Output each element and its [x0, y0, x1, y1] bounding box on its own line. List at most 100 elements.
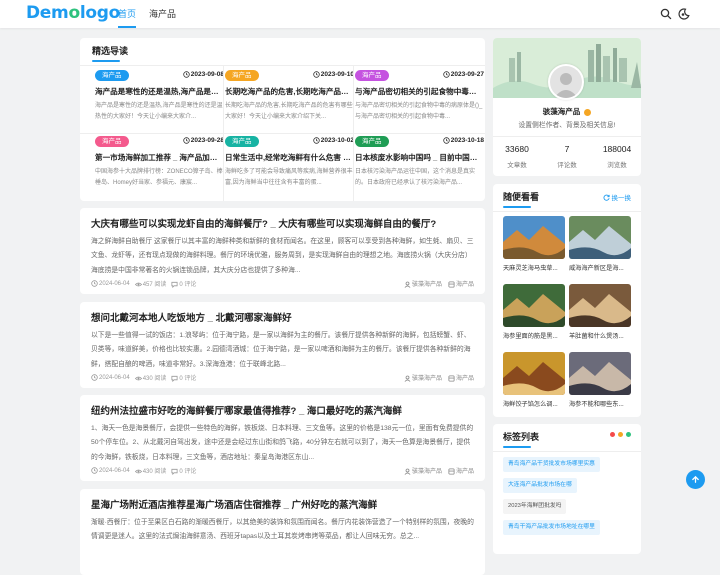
- tag-pill[interactable]: 青岛干海产品批发市场地址在哪里: [503, 520, 600, 535]
- post-title[interactable]: 星海广场附近酒店推荐星海广场酒店住宿推荐 _ 广州好吃的蒸汽海鲜: [91, 497, 474, 511]
- featured-item[interactable]: 海产品 2023-10-18 日本核废水影响中国吗 _ 目前中国的海产... 日本核污…: [355, 136, 484, 196]
- post-author[interactable]: 骇藻海产品: [404, 279, 442, 288]
- author-icon: [404, 468, 411, 475]
- post-views-text: 430 阅读: [142, 469, 167, 475]
- thumbnail-caption[interactable]: 海鲜饺子馅怎么调...: [503, 399, 565, 408]
- featured-item-title[interactable]: 第一市场海鲜加工推荐 _ 海产品加工厂: [95, 152, 224, 163]
- theme-toggle-icon[interactable]: [678, 8, 690, 20]
- clock-icon: [313, 137, 320, 144]
- clock-icon: [443, 71, 450, 78]
- post-meta: 2024-06-04 430 阅读 0 评论: [91, 466, 196, 475]
- shuffle-button[interactable]: 换一换: [603, 192, 632, 202]
- featured-item-title[interactable]: 与海产品密切相关的引起食物中毒的病原体...: [355, 86, 484, 97]
- post-author[interactable]: 骇藻海产品: [404, 373, 442, 382]
- clock-icon: [183, 71, 190, 78]
- post-category[interactable]: 海产品: [448, 466, 474, 475]
- random-title: 随便看看: [503, 192, 540, 202]
- category-tag[interactable]: 海产品: [95, 136, 129, 147]
- post-category[interactable]: 海产品: [448, 279, 474, 288]
- post-author[interactable]: 骇藻海产品: [404, 466, 442, 475]
- profile-bio: 设置侧栏作者、背景及相关信息!: [518, 122, 616, 129]
- tag-pill[interactable]: 2023年海鲜团批发吗: [503, 499, 567, 514]
- window-dots: [610, 432, 631, 437]
- post-author-text: 骇藻海产品: [411, 282, 442, 288]
- category-tag[interactable]: 海产品: [355, 70, 389, 81]
- main-nav: 首页 海产品: [118, 0, 189, 28]
- post-card[interactable]: 星海广场附近酒店推荐星海广场酒店住宿推荐 _ 广州好吃的蒸汽海鲜渐暖·西餐厅：位…: [80, 489, 485, 575]
- featured-title: 精选导读: [92, 46, 129, 56]
- thumbnail-image[interactable]: [503, 284, 565, 327]
- featured-item-title[interactable]: 日本核废水影响中国吗 _ 目前中国的海产...: [355, 152, 484, 163]
- featured-date-text: 2023-10-02: [320, 137, 354, 145]
- logo-text-accent: o: [68, 3, 80, 23]
- post-excerpt: 1、海天一色是海景餐厅，会提供一些特色的海鲜，铁板烧、日本料理、三文鱼等。这里的…: [91, 425, 474, 461]
- post-category[interactable]: 海产品: [448, 373, 474, 382]
- random-divider: [493, 211, 641, 212]
- post-card[interactable]: 大庆有哪些可以实现龙虾自由的海鲜餐厅? _ 大庆有哪些可以实现海鲜自由的餐厅? 海…: [80, 208, 485, 294]
- shuffle-label: 换一换: [611, 195, 632, 202]
- post-date: 2024-06-04: [91, 280, 130, 287]
- post-excerpt: 渐暖·西餐厅：位于至果区白石路的渐暖西餐厅，以其绝美的装饰和氛围而闻名。餐厅内花…: [91, 519, 474, 541]
- post-meta-right: 骇藻海产品 海产品: [404, 466, 474, 475]
- post-category-text: 海产品: [455, 469, 474, 475]
- category-tag[interactable]: 海产品: [355, 136, 389, 147]
- random-section: 随便看看 换一换 天麻灵芝海马虫草... 威海海产新区是海... 海参里面的筋是黑.…: [493, 184, 641, 417]
- thumbnail-caption[interactable]: 天麻灵芝海马虫草...: [503, 263, 565, 272]
- dot-red: [610, 432, 615, 437]
- thumbnail-image[interactable]: [503, 216, 565, 259]
- post-date-text: 2024-06-04: [99, 468, 130, 475]
- author-icon: [404, 281, 411, 288]
- dot-yellow: [618, 432, 623, 437]
- post-views-text: 457 阅读: [142, 282, 167, 288]
- featured-item[interactable]: 海产品 2023-09-10 长期吃海产品的危害,长期吃海产品的危害... 长期吃海产…: [225, 70, 354, 130]
- thumbnail-image[interactable]: [503, 352, 565, 395]
- stat-views: 188004 浏览数: [582, 144, 641, 169]
- comment-icon: [171, 375, 178, 382]
- clock-icon: [313, 71, 320, 78]
- profile-card: 骇藻海产品 设置侧栏作者、背景及相关信息! 33680 文章数 7 评论数 1880…: [493, 38, 641, 176]
- category-tag[interactable]: 海产品: [225, 136, 259, 147]
- thumbnail-image[interactable]: [569, 216, 631, 259]
- thumbnail-image[interactable]: [569, 284, 631, 327]
- site-logo[interactable]: Demologo: [26, 3, 120, 23]
- featured-item[interactable]: 海产品 2023-09-27 与海产品密切相关的引起食物中毒的病原体... 与海产品密…: [355, 70, 484, 130]
- featured-item[interactable]: 海产品 2023-10-02 日常生活中,经常吃海鲜有什么危害 _ 吃... 海鲜吃多…: [225, 136, 354, 196]
- thumbnail-caption[interactable]: 海参里面的筋是黑...: [503, 331, 565, 340]
- featured-item-title[interactable]: 长期吃海产品的危害,长期吃海产品的危害...: [225, 86, 354, 97]
- category-icon: [448, 468, 455, 475]
- featured-item-desc: 中国海参十大品牌排行榜：ZONECO獐子岛、棒棰岛、Homey好当家、参福元、康…: [95, 169, 223, 186]
- featured-date-text: 2023-09-27: [450, 71, 484, 79]
- avatar[interactable]: [548, 64, 584, 100]
- thumbnail-image[interactable]: [569, 352, 631, 395]
- featured-date-text: 2023-10-18: [450, 137, 484, 145]
- category-tag[interactable]: 海产品: [225, 70, 259, 81]
- post-card[interactable]: 纽约州法拉盛市好吃的海鲜餐厅哪家最值得推荐? _ 海口最好吃的蒸汽海鲜 1、海天一…: [80, 395, 485, 481]
- post-title[interactable]: 大庆有哪些可以实现龙虾自由的海鲜餐厅? _ 大庆有哪些可以实现海鲜自由的餐厅?: [91, 216, 474, 230]
- thumbnail-caption[interactable]: 海参不能和哪些东...: [569, 399, 631, 408]
- tags-underline: [503, 446, 531, 448]
- post-card[interactable]: 想问北戴河本地人吃饭地方 _ 北戴河哪家海鲜好 以下是一些值得一试的饭店：1.浪琴…: [80, 302, 485, 388]
- stat-views-label: 浏览数: [607, 162, 627, 169]
- nav-seafood[interactable]: 海产品: [149, 0, 176, 28]
- post-excerpt: 海之鲜海鲜自助餐厅 这家餐厅以其丰富的海鲜种类和新鲜的食材而闻名。在这里，顾客可…: [91, 238, 474, 274]
- post-title[interactable]: 想问北戴河本地人吃饭地方 _ 北戴河哪家海鲜好: [91, 310, 474, 324]
- top-header: Demologo 首页 海产品: [0, 0, 720, 28]
- featured-item-title[interactable]: 日常生活中,经常吃海鲜有什么危害 _ 吃...: [225, 152, 354, 163]
- back-to-top-button[interactable]: [686, 470, 705, 489]
- featured-item[interactable]: 海产品 2023-09-28 第一市场海鲜加工推荐 _ 海产品加工厂 中国海参十大品牌…: [95, 136, 224, 196]
- nav-home[interactable]: 首页: [118, 0, 137, 28]
- search-icon[interactable]: [660, 8, 672, 20]
- tag-pill[interactable]: 青岛海产品干货批发市场哪里实惠: [503, 457, 600, 472]
- featured-date-text: 2023-09-08: [190, 71, 224, 79]
- thumbnail-caption[interactable]: 威海海产新区是海...: [569, 263, 631, 272]
- featured-item-title[interactable]: 海产品是寒性的还是温热,海产品是寒性的...: [95, 86, 224, 97]
- clock-icon: [443, 137, 450, 144]
- tag-pill[interactable]: 大连海产品批发市场在哪: [503, 478, 577, 493]
- post-title[interactable]: 纽约州法拉盛市好吃的海鲜餐厅哪家最值得推荐? _ 海口最好吃的蒸汽海鲜: [91, 403, 474, 417]
- thumbnail-caption[interactable]: 羊肚菌和什么煲汤...: [569, 331, 631, 340]
- featured-item[interactable]: 海产品 2023-09-08 海产品是寒性的还是温热,海产品是寒性的... 海产品是寒…: [95, 70, 224, 130]
- eye-icon: [134, 376, 142, 381]
- category-tag[interactable]: 海产品: [95, 70, 129, 81]
- profile-name[interactable]: 骇藻海产品: [493, 106, 641, 117]
- post-meta-right: 骇藻海产品 海产品: [404, 279, 474, 288]
